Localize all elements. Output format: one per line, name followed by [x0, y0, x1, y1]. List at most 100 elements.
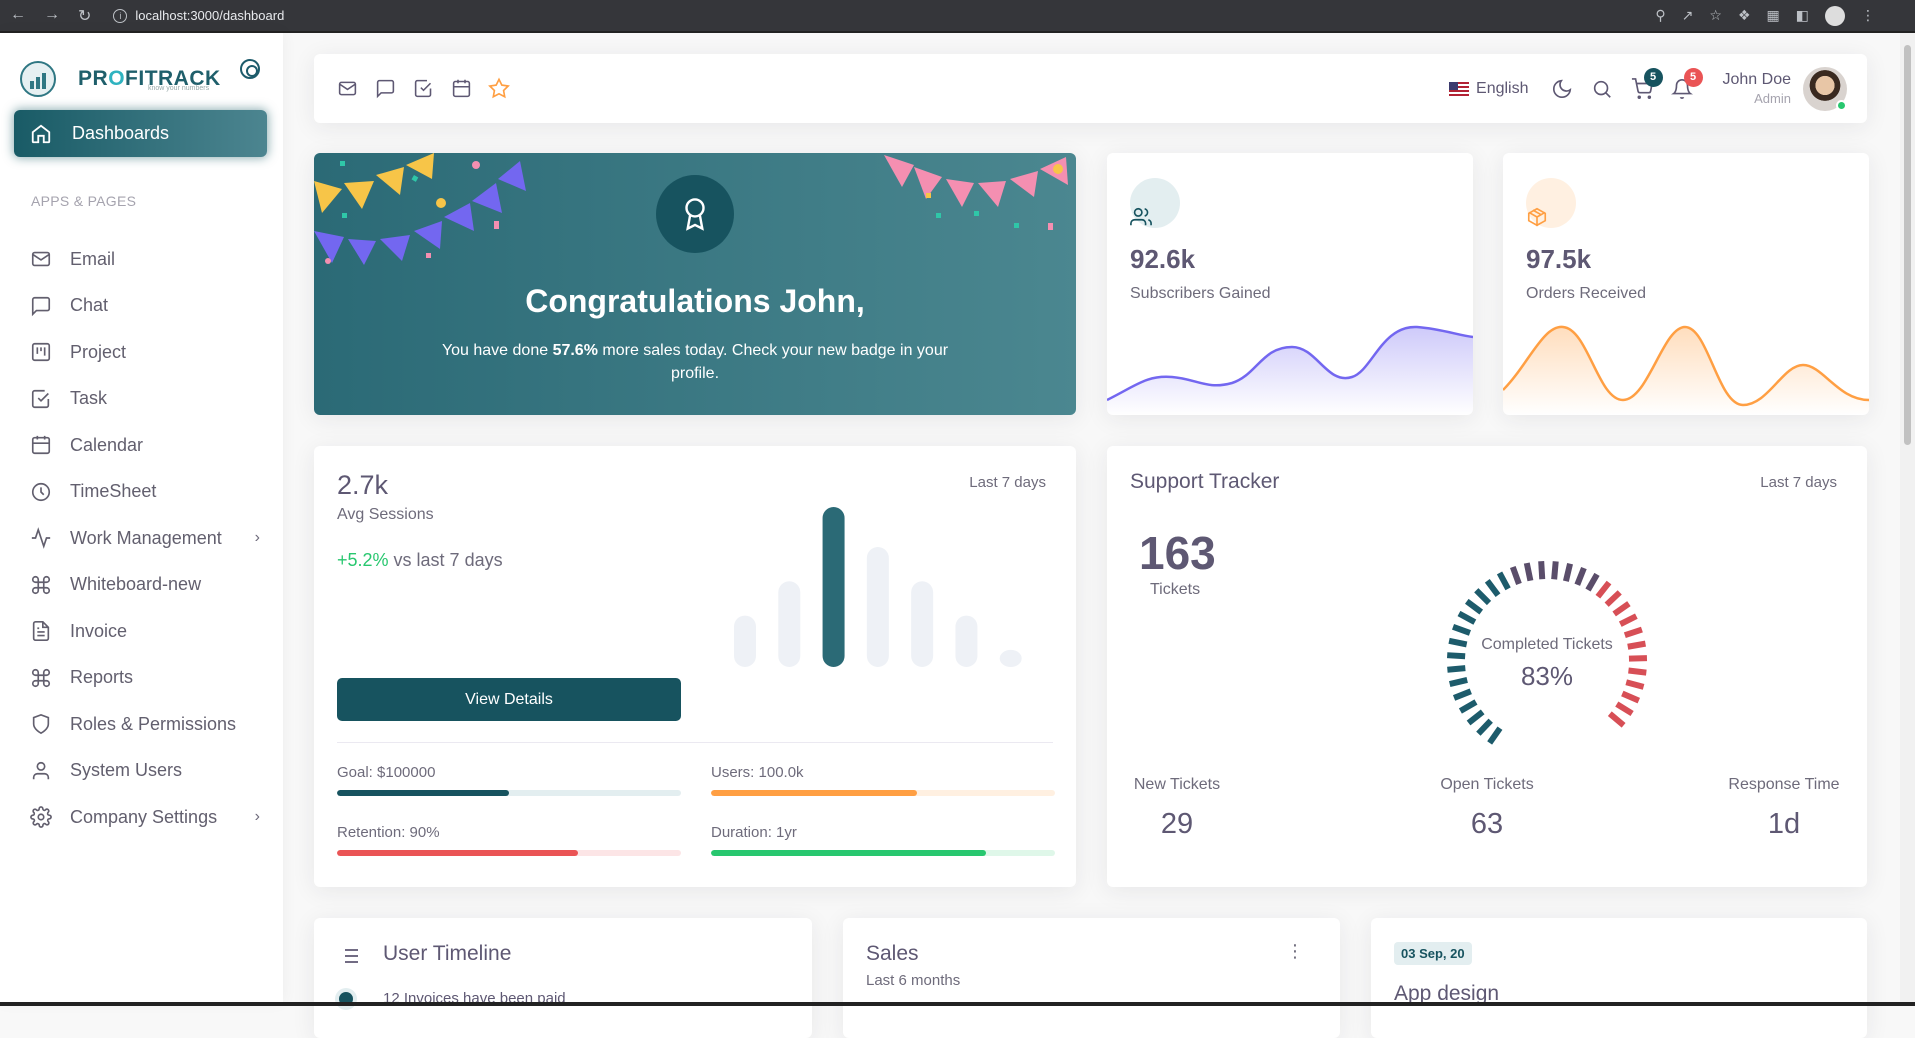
language-selector[interactable]: English [1476, 80, 1528, 98]
gauge-tick [1618, 613, 1638, 627]
online-status-dot [1836, 99, 1847, 111]
progress-fill [337, 850, 578, 856]
gauge-tick [1464, 598, 1484, 615]
gauge-tick [1484, 578, 1501, 598]
user-menu[interactable]: John Doe Admin [1723, 71, 1792, 106]
user-name: John Doe [1722, 71, 1792, 88]
address-bar[interactable]: i localhost:3000/dashboard [113, 8, 284, 23]
subscribers-value: 92.6k [1130, 244, 1196, 274]
check-square-icon[interactable] [412, 78, 434, 100]
package-icon [1526, 178, 1576, 228]
us-flag-icon[interactable] [1449, 81, 1470, 96]
progress-track [337, 850, 681, 856]
cart-icon[interactable]: 5 [1631, 67, 1663, 100]
sidebar-item-work-management[interactable]: Work Management › [30, 527, 260, 549]
avatar[interactable] [1803, 66, 1847, 111]
search-icon[interactable] [1591, 78, 1613, 100]
gauge-tick [1466, 709, 1485, 726]
sidebar-item-label: Chat [70, 295, 109, 315]
settings-icon [30, 806, 52, 828]
notification-badge: 5 [1683, 67, 1703, 87]
sidebar-item-reports[interactable]: Reports [30, 667, 260, 689]
sidebar-item-label: Whiteboard-new [70, 574, 202, 594]
gauge-tick [1452, 623, 1471, 636]
sidebar-item-whiteboard-new[interactable]: Whiteboard-new [30, 574, 260, 596]
section-header: APPS & PAGES [31, 193, 137, 209]
browser-profile-icon[interactable] [1825, 5, 1845, 26]
sidebar-item-calendar[interactable]: Calendar [30, 434, 260, 456]
sidebar-item-system-users[interactable]: System Users [30, 760, 260, 782]
zoom-icon[interactable]: ⚲ [1655, 7, 1665, 24]
bell-icon[interactable]: 5 [1670, 67, 1703, 100]
kanban-icon [30, 341, 52, 363]
gauge-tick [1509, 566, 1522, 585]
gauge-tick [1607, 711, 1626, 728]
more-vertical-icon[interactable]: ⋮ [1286, 942, 1304, 960]
bookmark-star-icon[interactable]: ☆ [1709, 7, 1722, 24]
sidebar-item-project[interactable]: Project [30, 341, 260, 363]
chat-icon [30, 295, 52, 317]
url-text: localhost:3000/dashboard [135, 8, 285, 23]
sidebar-item-label: TimeSheet [70, 481, 157, 501]
sidebar-item-company-settings[interactable]: Company Settings › [30, 806, 260, 828]
sidebar-item-task[interactable]: Task [30, 388, 260, 410]
extension-icon[interactable]: ❖ [1738, 7, 1751, 24]
gauge-tick [1574, 566, 1587, 586]
user-timeline-card: User Timeline 12 Invoices have been paid [314, 918, 812, 1038]
progress-1: Users: 100.0k [711, 764, 1055, 796]
chat-icon[interactable] [374, 78, 396, 100]
brand-logo[interactable]: PROFITRACK know your numbers [20, 59, 260, 97]
reload-icon[interactable]: ↻ [78, 6, 91, 26]
progress-label: Retention: 90% [337, 824, 440, 841]
browser-menu-icon[interactable]: ⋮ [1861, 7, 1875, 24]
check-square-icon [30, 388, 52, 410]
session-bar [955, 615, 978, 667]
gauge-tick [1551, 561, 1559, 580]
clock-icon [30, 481, 52, 503]
tickets-label: Tickets [1150, 581, 1201, 598]
sales-subtitle: Last 6 months [866, 972, 961, 989]
gauge-tick [1628, 655, 1648, 662]
forward-icon[interactable]: → [44, 6, 60, 26]
sidebar-item-email[interactable]: Email [30, 248, 260, 270]
puzzle-icon[interactable]: ▦ [1767, 7, 1780, 24]
collapse-sidebar-icon[interactable] [240, 59, 260, 79]
info-icon[interactable]: i [113, 8, 128, 23]
sidebar-item-invoice[interactable]: Invoice [30, 620, 260, 642]
cart-badge: 5 [1643, 67, 1663, 87]
shield-icon [30, 713, 52, 735]
session-bar [911, 581, 934, 667]
session-bar [866, 547, 889, 667]
subscribers-card: 92.6k Subscribers Gained [1107, 153, 1473, 415]
back-icon[interactable]: ← [10, 6, 26, 26]
session-bar [734, 615, 756, 667]
progress-fill [711, 850, 987, 856]
sidebar-item-chat[interactable]: Chat [30, 295, 260, 317]
gauge-tick [1474, 588, 1492, 606]
congrats-message: You have done 57.6% more sales today. Ch… [441, 342, 949, 382]
sidepanel-icon[interactable]: ◧ [1796, 7, 1809, 24]
support-title: Support Tracker [1130, 470, 1280, 493]
activity-icon [30, 527, 52, 549]
share-icon[interactable]: ↗ [1682, 7, 1694, 24]
sidebar-item-label: Calendar [70, 434, 144, 455]
progress-label: Duration: 1yr [711, 824, 797, 841]
command-icon [30, 667, 52, 689]
view-details-button[interactable]: View Details [337, 678, 681, 721]
top-navbar: English 5 5 John Doe Admin [314, 54, 1867, 123]
gauge-tick [1496, 571, 1511, 591]
sessions-range-dropdown[interactable]: Last 7 days [969, 474, 1046, 491]
sidebar-item-dashboards[interactable]: Dashboards [14, 110, 267, 157]
mail-icon[interactable] [336, 78, 358, 100]
star-icon[interactable] [488, 77, 510, 100]
gauge-tick [1562, 563, 1573, 582]
support-range-dropdown[interactable]: Last 7 days [1760, 474, 1837, 491]
page-scrollbar[interactable] [1900, 33, 1915, 1002]
gauge-tick [1476, 718, 1493, 736]
progress-track [337, 790, 681, 796]
sidebar-item-timesheet[interactable]: TimeSheet [30, 481, 260, 503]
moon-icon[interactable] [1551, 78, 1573, 100]
calendar-icon[interactable] [450, 78, 472, 100]
sidebar-item-roles-permissions[interactable]: Roles & Permissions [30, 713, 260, 735]
browser-toolbar: ← → ↻ i localhost:3000/dashboard ⚲ ↗ ☆ ❖… [0, 0, 1915, 31]
